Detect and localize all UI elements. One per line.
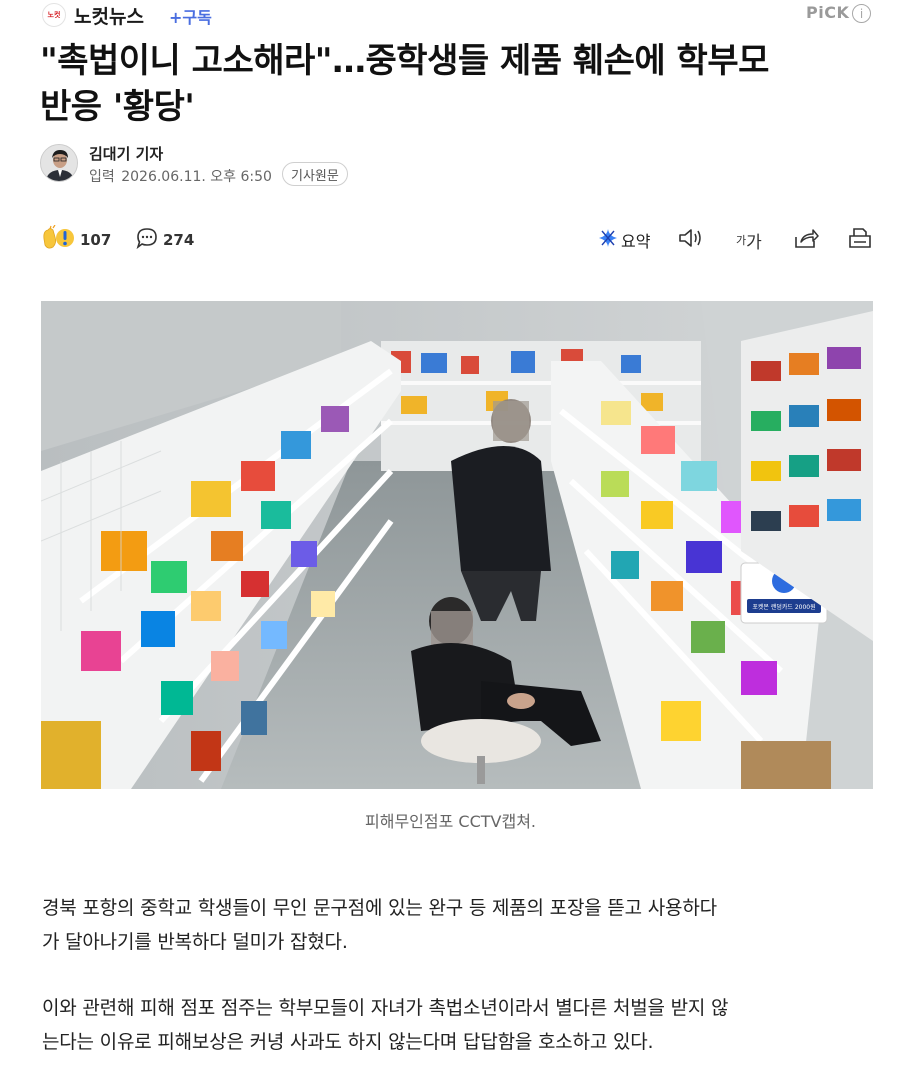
paragraph-1-line-2: 가 달아나기를 반복하다 덜미가 잡혔다. xyxy=(42,931,348,953)
press-logo[interactable]: 노컷 xyxy=(42,3,66,27)
summary-sparkle-icon xyxy=(598,228,618,252)
print-button[interactable] xyxy=(848,226,872,254)
subscribe-button[interactable]: +구독 xyxy=(169,4,212,28)
article-paragraph-1: 경북 포항의 중학교 학생들이 무인 문구점에 있는 완구 등 제품의 포장을 … xyxy=(42,891,872,959)
publish-date-value: 2026.06.11. 오후 6:50 xyxy=(121,169,272,185)
speaker-icon xyxy=(678,227,704,253)
comment-count: 274 xyxy=(163,231,195,249)
article-title-line2: 반응 '황당' xyxy=(40,87,195,127)
summary-label: 요약 xyxy=(621,232,651,251)
font-size-button[interactable]: 가 가 xyxy=(736,226,762,254)
pop-sign-text: 포켓몬 랜덤카드 2000원 xyxy=(752,603,815,611)
pick-label: PiCK xyxy=(806,3,850,22)
comment-icon xyxy=(136,227,158,253)
article-title-line1: "촉법이니 고소해라"…중학생들 제품 훼손에 학부모 xyxy=(40,41,769,81)
clap-surprise-icon xyxy=(40,224,74,255)
comment-button[interactable]: 274 xyxy=(136,226,194,254)
share-button[interactable] xyxy=(793,226,819,254)
article-title: "촉법이니 고소해라"…중학생들 제품 훼손에 학부모 반응 '황당' xyxy=(40,38,870,130)
share-icon xyxy=(793,227,819,253)
reporter-avatar[interactable] xyxy=(40,144,78,182)
tts-button[interactable] xyxy=(678,226,704,254)
photo-caption: 피해무인점포 CCTV캡쳐. xyxy=(365,812,536,831)
original-article-button[interactable]: 기사원문 xyxy=(282,162,348,186)
reaction-button[interactable]: 107 xyxy=(40,224,112,255)
paragraph-2-line-1: 이와 관련해 피해 점포 점주는 학부모들이 자녀가 촉법소년이라서 별다른 처… xyxy=(42,997,729,1019)
press-name[interactable]: 노컷뉴스 xyxy=(74,2,144,29)
top-bar: 노컷 노컷뉴스 +구독 PiCK i xyxy=(0,0,901,30)
article-paragraph-2: 이와 관련해 피해 점포 점주는 학부모들이 자녀가 촉법소년이라서 별다른 처… xyxy=(42,991,872,1059)
summary-button[interactable]: 요약 xyxy=(598,226,650,254)
press-logo-text: 노컷 xyxy=(47,11,61,19)
article-photo[interactable]: 포켓몬 랜덤카드 2000원 xyxy=(41,301,873,789)
font-size-big: 가 xyxy=(746,232,762,253)
print-icon xyxy=(848,227,872,253)
reporter-name[interactable]: 김대기 기자 xyxy=(89,143,163,164)
publish-date: 입력 2026.06.11. 오후 6:50 xyxy=(89,166,272,186)
paragraph-1-line-1: 경북 포항의 중학교 학생들이 무인 문구점에 있는 완구 등 제품의 포장을 … xyxy=(42,897,717,919)
font-size-small: 가 xyxy=(736,234,747,247)
info-icon[interactable]: i xyxy=(852,4,871,23)
reaction-count: 107 xyxy=(80,231,112,249)
paragraph-2-line-2: 는다는 이유로 피해보상은 커녕 사과도 하지 않는다며 답답함을 호소하고 있… xyxy=(42,1031,654,1053)
publish-date-label: 입력 xyxy=(89,169,115,185)
